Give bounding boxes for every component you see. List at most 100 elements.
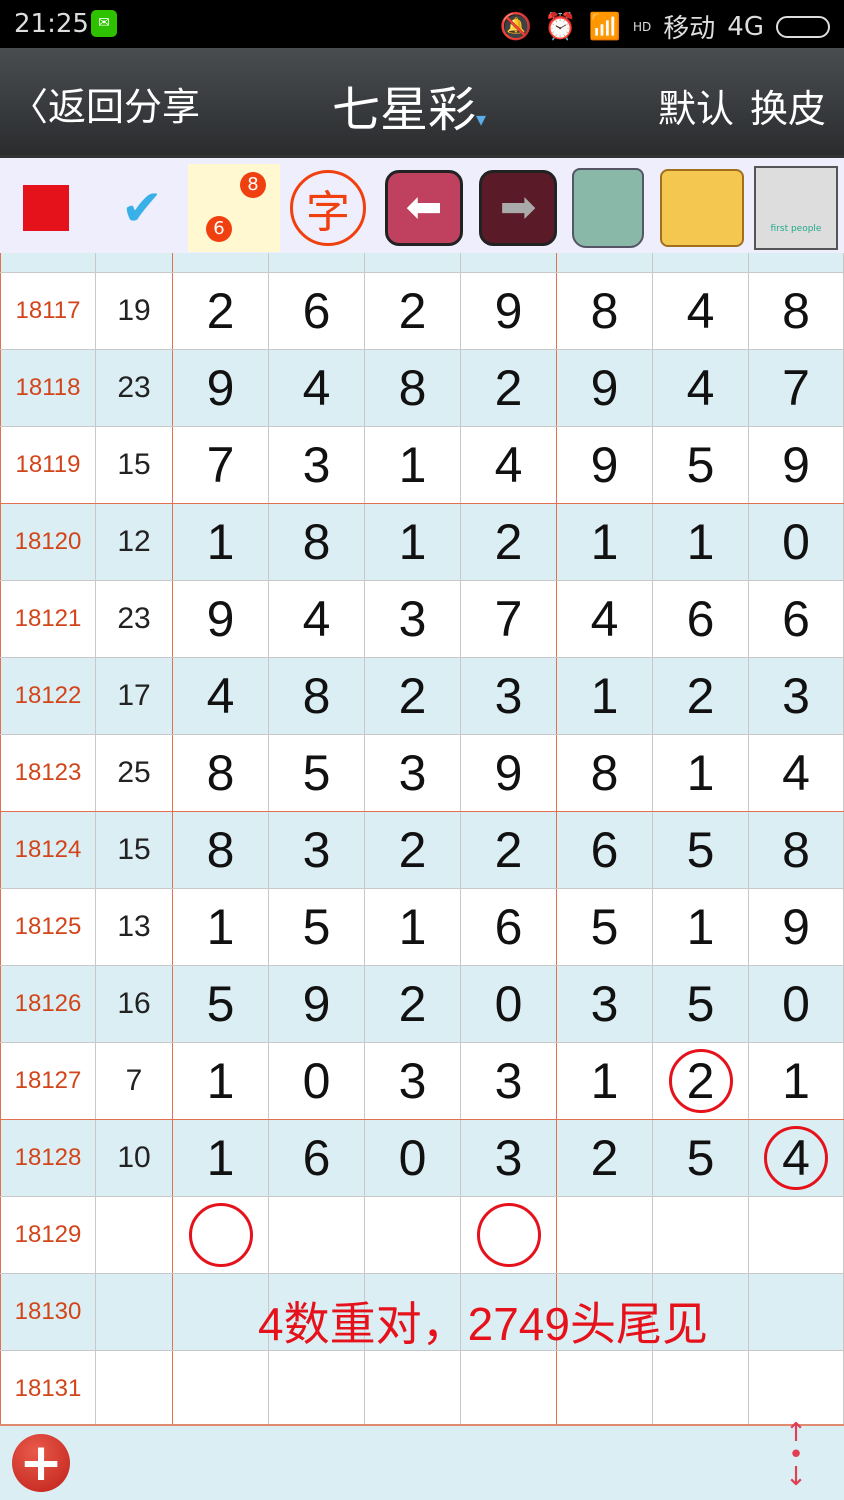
digit-slot[interactable]: 9 <box>749 889 844 965</box>
digit-slot[interactable]: 8 <box>557 735 653 811</box>
share-button[interactable]: 分享 <box>124 85 200 129</box>
digit-slot[interactable] <box>461 1197 557 1273</box>
digit-slot[interactable]: 4 <box>653 350 749 426</box>
digit-slot[interactable]: 9 <box>269 966 365 1042</box>
digit-slot[interactable]: 1 <box>749 1043 844 1119</box>
digit-slot[interactable]: 5 <box>269 889 365 965</box>
digit-slot[interactable]: 1 <box>653 504 749 580</box>
digit-slot[interactable]: 8 <box>749 812 844 888</box>
digit-slot[interactable]: 6 <box>269 273 365 349</box>
digit-slot[interactable]: 5 <box>557 889 653 965</box>
digit-slot[interactable]: 8 <box>365 350 461 426</box>
scroll-updown-icon[interactable]: ↑ • ↓ <box>778 1420 814 1490</box>
digit-slot[interactable]: 1 <box>173 889 269 965</box>
digit-slot[interactable]: 5 <box>653 812 749 888</box>
digit-slot[interactable]: 9 <box>461 735 557 811</box>
digit-slot[interactable]: 4 <box>749 735 844 811</box>
digit-slot[interactable]: 5 <box>269 735 365 811</box>
digit-slot[interactable]: 5 <box>653 1120 749 1196</box>
digit-slot[interactable]: 1 <box>557 1043 653 1119</box>
digit-slot[interactable]: 2 <box>461 350 557 426</box>
digit-slot[interactable]: 6 <box>461 889 557 965</box>
check-lasso-icon[interactable]: ✔ <box>96 164 188 252</box>
digit-slot[interactable]: 8 <box>749 273 844 349</box>
digit-slot[interactable]: 4 <box>749 1120 844 1196</box>
digit-slot[interactable]: 2 <box>653 658 749 734</box>
digit-slot[interactable]: 4 <box>653 273 749 349</box>
results-table[interactable]: 18117 19 2 6 2 9 8 4 8 18118 23 9 4 8 2 9 4 7 18119 15 7 3 1 4 9… <box>0 253 844 1424</box>
digit-slot[interactable]: 1 <box>365 889 461 965</box>
digit-slot[interactable] <box>365 1351 461 1424</box>
digit-slot[interactable]: 2 <box>365 966 461 1042</box>
digit-slot[interactable] <box>365 1197 461 1273</box>
digit-slot[interactable] <box>653 1197 749 1273</box>
default-button[interactable]: 默认 <box>658 78 734 133</box>
digit-slot[interactable]: 9 <box>461 273 557 349</box>
digit-slot[interactable]: 5 <box>653 966 749 1042</box>
digit-slot[interactable]: 0 <box>365 1120 461 1196</box>
digit-slot[interactable]: 6 <box>653 581 749 657</box>
digit-slot[interactable]: 4 <box>557 581 653 657</box>
digit-slot[interactable]: 3 <box>557 966 653 1042</box>
back-button[interactable]: 〈返回分享 <box>10 76 200 131</box>
floppy-save-icon[interactable]: first people <box>750 164 842 252</box>
digit-slot[interactable]: 1 <box>365 427 461 503</box>
digit-slot[interactable]: 8 <box>557 273 653 349</box>
digit-slot[interactable]: 7 <box>749 350 844 426</box>
digit-slot[interactable]: 1 <box>365 504 461 580</box>
digit-slot[interactable]: 8 <box>173 812 269 888</box>
digit-slot[interactable]: 9 <box>557 427 653 503</box>
digit-slot[interactable]: 7 <box>461 581 557 657</box>
digit-slot[interactable]: 9 <box>557 350 653 426</box>
digit-slot[interactable]: 2 <box>365 812 461 888</box>
lottery-selector[interactable]: 七星彩▾ <box>332 70 486 140</box>
digit-slot[interactable]: 1 <box>653 735 749 811</box>
digit-slot[interactable] <box>461 1351 557 1424</box>
digit-slot[interactable]: 2 <box>461 504 557 580</box>
digit-slot[interactable]: 4 <box>173 658 269 734</box>
digit-slot[interactable] <box>269 1351 365 1424</box>
digit-slot[interactable] <box>749 1351 844 1424</box>
digit-slot[interactable]: 2 <box>365 273 461 349</box>
digit-slot[interactable] <box>173 1197 269 1273</box>
digit-slot[interactable]: 1 <box>173 1120 269 1196</box>
link-6-8-icon[interactable]: 6 8 <box>188 164 280 252</box>
red-square-icon[interactable] <box>0 164 92 252</box>
forward-arrow-icon[interactable]: ➡ <box>472 164 564 252</box>
digit-slot[interactable]: 3 <box>269 427 365 503</box>
digit-slot[interactable]: 0 <box>461 966 557 1042</box>
digit-slot[interactable]: 2 <box>653 1043 749 1119</box>
digit-slot[interactable] <box>557 1197 653 1273</box>
digit-slot[interactable]: 9 <box>749 427 844 503</box>
add-button[interactable]: + <box>12 1434 70 1492</box>
digit-slot[interactable]: 0 <box>749 504 844 580</box>
digit-slot[interactable]: 4 <box>269 350 365 426</box>
digit-slot[interactable]: 1 <box>653 889 749 965</box>
digit-slot[interactable]: 3 <box>365 735 461 811</box>
digit-slot[interactable]: 5 <box>173 966 269 1042</box>
digit-slot[interactable]: 6 <box>557 812 653 888</box>
digit-slot[interactable]: 8 <box>173 735 269 811</box>
digit-slot[interactable]: 1 <box>173 504 269 580</box>
digit-slot[interactable]: 3 <box>749 658 844 734</box>
digit-slot[interactable]: 1 <box>173 1043 269 1119</box>
skin-button[interactable]: 换皮 <box>750 78 826 133</box>
digit-slot[interactable]: 0 <box>269 1043 365 1119</box>
digit-slot[interactable]: 3 <box>461 1120 557 1196</box>
digit-slot[interactable]: 8 <box>269 504 365 580</box>
digit-slot[interactable] <box>557 1351 653 1424</box>
digit-slot[interactable]: 3 <box>365 1043 461 1119</box>
digit-slot[interactable]: 6 <box>269 1120 365 1196</box>
digit-slot[interactable] <box>749 1197 844 1273</box>
digit-slot[interactable]: 4 <box>269 581 365 657</box>
photo-folder-icon[interactable] <box>656 164 748 252</box>
digit-slot[interactable]: 9 <box>173 581 269 657</box>
digit-slot[interactable]: 2 <box>557 1120 653 1196</box>
digit-slot[interactable]: 9 <box>173 350 269 426</box>
digit-slot[interactable]: 3 <box>461 658 557 734</box>
digit-slot[interactable]: 2 <box>365 658 461 734</box>
digit-slot[interactable]: 4 <box>461 427 557 503</box>
digit-slot[interactable] <box>269 1197 365 1273</box>
digit-slot[interactable]: 5 <box>653 427 749 503</box>
digit-slot[interactable]: 3 <box>365 581 461 657</box>
